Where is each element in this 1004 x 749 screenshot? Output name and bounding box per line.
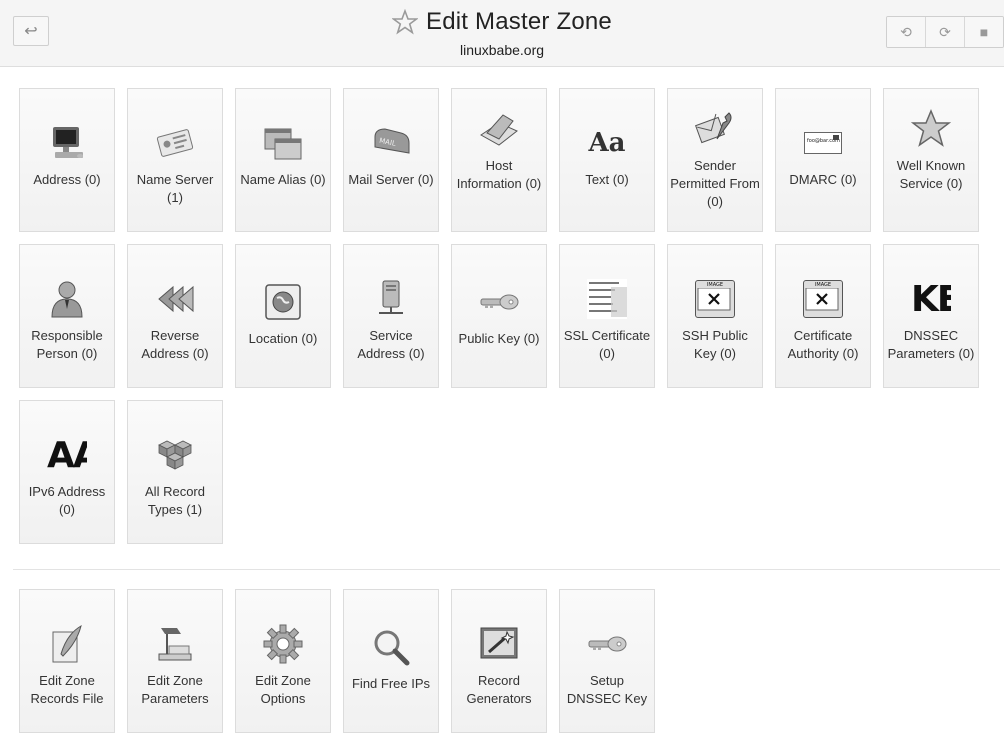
- stop-icon: ■: [979, 24, 989, 40]
- record-type-location[interactable]: Location (0): [235, 244, 331, 388]
- section-divider: [13, 569, 1000, 570]
- refresh-button[interactable]: ⟳: [925, 17, 964, 47]
- toolbar: ⟲ ⟳ ■: [886, 16, 1004, 48]
- record-label: Name Server (1): [136, 172, 214, 205]
- refresh-icon: ⟳: [939, 23, 951, 40]
- record-type-dnssec-parameters[interactable]: KE DNSSEC Parameters (0): [883, 244, 979, 388]
- undo-icon: ⟲: [900, 23, 912, 40]
- record-type-name-server[interactable]: Name Server (1): [127, 88, 223, 232]
- action-edit-zone-records-file[interactable]: Edit Zone Records File: [19, 589, 115, 733]
- title-area: Edit Master Zone linuxbabe.org: [0, 8, 1004, 58]
- text-aa-icon: Aa: [588, 128, 626, 158]
- record-type-ssl-certificate[interactable]: SSL Certificate (0): [559, 244, 655, 388]
- record-label: All Record Types (1): [145, 484, 205, 517]
- action-find-free-ips[interactable]: Find Free IPs: [343, 589, 439, 733]
- rewind-icon: [155, 279, 195, 319]
- record-label: Text (0): [585, 172, 629, 187]
- image-not-found-icon: IMAGE: [803, 279, 843, 319]
- record-type-all-record-types[interactable]: All Record Types (1): [127, 400, 223, 544]
- record-label: SSH Public Key (0): [682, 328, 748, 361]
- record-type-certificate-authority[interactable]: IMAGE Certificate Authority (0): [775, 244, 871, 388]
- lamp-icon: [155, 624, 195, 664]
- mail-wrench-icon: [695, 109, 735, 149]
- record-label: Public Key (0): [458, 331, 540, 346]
- email-card-icon: foo@bar.com: [803, 123, 843, 163]
- record-type-well-known-service[interactable]: Well Known Service (0): [883, 88, 979, 232]
- cubes-icon: [155, 435, 195, 475]
- person-icon: [47, 279, 87, 319]
- record-type-mail-server[interactable]: MAIL Mail Server (0): [343, 88, 439, 232]
- action-label: Find Free IPs: [351, 676, 431, 691]
- record-label: DNSSEC Parameters (0): [887, 328, 975, 361]
- record-label: Host Information (0): [456, 158, 542, 191]
- key-icon: [479, 282, 519, 322]
- record-label: Mail Server (0): [348, 172, 434, 187]
- image-not-found-icon: IMAGE: [695, 279, 735, 319]
- wand-icon: [479, 624, 519, 664]
- zone-name: linuxbabe.org: [459, 42, 545, 58]
- ke-text-icon: KE: [911, 278, 951, 320]
- record-label: Location (0): [248, 331, 318, 346]
- record-type-address[interactable]: Address (0): [19, 88, 115, 232]
- action-label: Setup DNSSEC Key: [566, 673, 648, 706]
- record-type-text[interactable]: Aa Text (0): [559, 88, 655, 232]
- record-type-service-address[interactable]: Service Address (0): [343, 244, 439, 388]
- star-icon: [911, 109, 951, 149]
- record-label: Sender Permitted From (0): [670, 158, 760, 209]
- action-label: Edit Zone Parameters: [141, 673, 209, 706]
- record-label: SSL Certificate (0): [563, 328, 651, 361]
- record-label: Well Known Service (0): [896, 158, 966, 191]
- globe-icon: [263, 282, 303, 322]
- record-type-name-alias[interactable]: Name Alias (0): [235, 88, 331, 232]
- record-type-sender-permitted-from[interactable]: Sender Permitted From (0): [667, 88, 763, 232]
- record-label: Name Alias (0): [240, 172, 326, 187]
- page-title: Edit Master Zone: [426, 8, 612, 35]
- book-icon: [479, 109, 519, 149]
- favorite-star-icon[interactable]: [392, 9, 419, 35]
- record-label: Service Address (0): [357, 328, 425, 361]
- header: ↩ Edit Master Zone linuxbabe.org ⟲ ⟳ ■: [0, 0, 1004, 67]
- undo-button[interactable]: ⟲: [887, 17, 925, 47]
- id-card-icon: [155, 123, 195, 163]
- record-type-dmarc[interactable]: foo@bar.com DMARC (0): [775, 88, 871, 232]
- server-icon: [371, 279, 411, 319]
- record-label: Certificate Authority (0): [787, 328, 859, 361]
- record-label: Reverse Address (0): [141, 328, 209, 361]
- record-type-ipv6-address[interactable]: AA IPv6 Address (0): [19, 400, 115, 544]
- action-edit-zone-parameters[interactable]: Edit Zone Parameters: [127, 589, 223, 733]
- quill-icon: [47, 624, 87, 664]
- computer-icon: [47, 123, 87, 163]
- action-record-generators[interactable]: Record Generators: [451, 589, 547, 733]
- mailbox-icon: MAIL: [371, 123, 411, 163]
- action-label: Edit Zone Records File: [30, 673, 104, 706]
- magnifier-icon: [371, 627, 411, 667]
- record-type-responsible-person[interactable]: Responsible Person (0): [19, 244, 115, 388]
- record-type-public-key[interactable]: Public Key (0): [451, 244, 547, 388]
- gear-icon: [263, 624, 303, 664]
- action-edit-zone-options[interactable]: Edit Zone Options: [235, 589, 331, 733]
- action-label: Record Generators: [466, 673, 532, 706]
- record-type-ssh-public-key[interactable]: IMAGE SSH Public Key (0): [667, 244, 763, 388]
- record-label: IPv6 Address (0): [28, 484, 106, 517]
- windows-icon: [263, 123, 303, 163]
- certificate-icon: [587, 279, 627, 319]
- aa-text-icon: AA: [47, 434, 87, 476]
- record-type-host-information[interactable]: Host Information (0): [451, 88, 547, 232]
- record-label: DMARC (0): [789, 172, 857, 187]
- record-label: Responsible Person (0): [31, 328, 103, 361]
- record-label: Address (0): [33, 172, 101, 187]
- record-type-reverse-address[interactable]: Reverse Address (0): [127, 244, 223, 388]
- stop-button[interactable]: ■: [964, 17, 1003, 47]
- action-label: Edit Zone Options: [255, 673, 311, 706]
- key-icon: [587, 624, 627, 664]
- action-setup-dnssec-key[interactable]: Setup DNSSEC Key: [559, 589, 655, 733]
